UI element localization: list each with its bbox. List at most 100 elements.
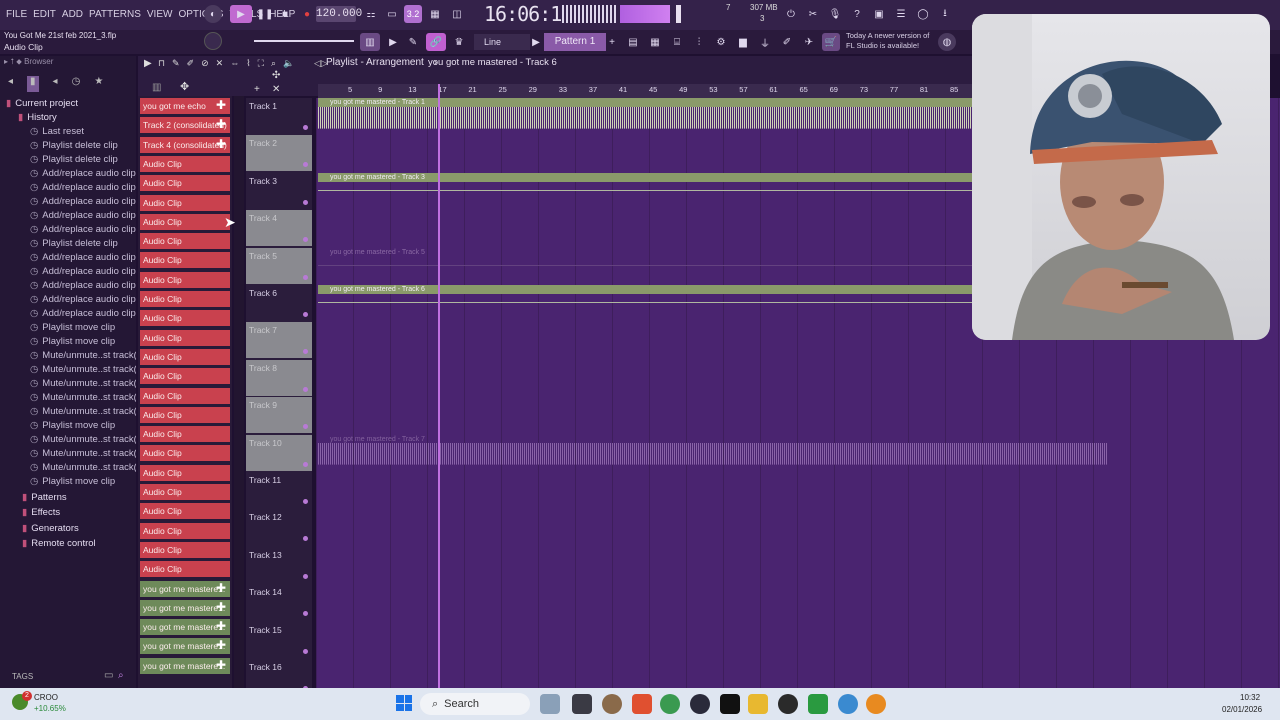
track-mute-led[interactable]: [303, 499, 308, 504]
clip-source[interactable]: Track 2 (consolidated) ✚: [140, 117, 230, 134]
brave-icon[interactable]: [632, 694, 652, 714]
track-header[interactable]: Track 12: [246, 509, 312, 545]
step-edit-icon[interactable]: 3.2: [404, 5, 422, 23]
history-item[interactable]: ◷ Playlist move clip: [0, 474, 136, 488]
plug-icon[interactable]: ⏚: [756, 33, 774, 51]
track-mute-led[interactable]: [303, 349, 308, 355]
magnet-icon[interactable]: ⊓: [158, 58, 165, 69]
link-icon[interactable]: 🔗: [426, 33, 446, 51]
brush-icon[interactable]: ✎: [404, 33, 422, 51]
clip-source[interactable]: you got me mastere... ✚: [140, 599, 230, 616]
folder-icon[interactable]: ▆: [734, 33, 752, 51]
track-header[interactable]: Track 14: [246, 584, 312, 620]
clip-source[interactable]: Audio Clip: [140, 368, 230, 385]
clip-source[interactable]: Audio Clip: [140, 445, 230, 462]
typing-keyboard-icon[interactable]: ⚏: [362, 5, 380, 23]
clip-source[interactable]: Audio Clip: [140, 310, 230, 327]
master-pitch-knob[interactable]: [204, 32, 222, 50]
move-icon[interactable]: ✥: [180, 80, 189, 93]
history-item[interactable]: ◷ Mute/unmute..st track(s): [0, 404, 136, 418]
history-item[interactable]: ◷ Mute/unmute..st track(s): [0, 432, 136, 446]
piano-roll-icon[interactable]: ⌸: [668, 33, 686, 51]
pattern-prev-icon[interactable]: ▶: [530, 33, 542, 51]
menu-patterns[interactable]: PATTERNS: [89, 9, 141, 20]
mixer-slider-icon[interactable]: ⫶: [690, 33, 708, 51]
scissors-icon[interactable]: ✂: [804, 5, 822, 23]
menu-view[interactable]: VIEW: [147, 9, 173, 20]
mute-icon[interactable]: ✕: [216, 58, 224, 69]
history-item[interactable]: ◷ Add/replace audio clip: [0, 264, 136, 278]
tree-history[interactable]: ▮ History: [0, 110, 136, 124]
clip-source[interactable]: Audio Clip: [140, 291, 230, 307]
history-item[interactable]: ◷ Mute/unmute..st track(s): [0, 446, 136, 460]
stamp-icon[interactable]: ♛: [450, 33, 468, 51]
obs-icon[interactable]: [690, 694, 710, 714]
history-item[interactable]: ◷ Mute/unmute..st track(s): [0, 348, 136, 362]
plus-icon[interactable]: ✚: [216, 619, 226, 634]
track-mute-led[interactable]: [303, 424, 308, 430]
download-icon[interactable]: ⭳: [936, 5, 954, 23]
track-mute-led[interactable]: [303, 274, 308, 280]
piano-icon[interactable]: ▥: [360, 33, 380, 51]
history-item[interactable]: ◷ Mute/unmute..st track(s): [0, 362, 136, 376]
task-view-icon[interactable]: [572, 694, 592, 714]
chat-icon[interactable]: ◯: [914, 5, 932, 23]
tree-remote-control[interactable]: ▮ Remote control: [0, 537, 136, 551]
microphone-icon[interactable]: 🎙: [826, 5, 844, 23]
excel-icon[interactable]: [808, 694, 828, 714]
history-item[interactable]: ◷ Playlist delete clip: [0, 138, 136, 152]
menu-add[interactable]: ADD: [62, 9, 83, 20]
menu-edit[interactable]: EDIT: [33, 9, 56, 20]
playlist-audio-clip[interactable]: you got me mastered - Track 3: [318, 172, 972, 209]
tree-generators[interactable]: ▮ Generators: [0, 521, 136, 535]
history-item[interactable]: ◷ Add/replace audio clip: [0, 250, 136, 264]
zoom-icon[interactable]: ⌕: [271, 58, 276, 69]
chrome-icon[interactable]: [660, 694, 680, 714]
plus-icon[interactable]: ✚: [216, 658, 226, 673]
clip-source[interactable]: Audio Clip: [140, 233, 230, 250]
history-item[interactable]: ◷ Add/replace audio clip: [0, 166, 136, 180]
track-header[interactable]: Track 15: [246, 622, 312, 658]
chrome-icon-2[interactable]: [838, 694, 858, 714]
slip-icon[interactable]: ⇔: [230, 58, 239, 69]
fl-studio-icon[interactable]: [866, 694, 886, 714]
clip-source[interactable]: Audio Clip: [140, 426, 230, 443]
app-icon-2[interactable]: [778, 694, 798, 714]
tree-effects[interactable]: ▮ Effects: [0, 506, 136, 520]
record-icon[interactable]: ●: [298, 5, 316, 23]
track-header[interactable]: Track 5: [246, 247, 312, 284]
plugin-icon[interactable]: ⚙: [712, 33, 730, 51]
next-icon[interactable]: ▶: [384, 33, 402, 51]
tiktok-icon[interactable]: [720, 694, 740, 714]
draw-icon[interactable]: ✎: [172, 58, 180, 69]
track-mute-led[interactable]: [303, 312, 308, 317]
playlist-audio-clip[interactable]: you got me mastered - Track 5: [318, 247, 972, 284]
plus-icon[interactable]: ✚: [216, 117, 226, 132]
history-item[interactable]: ◷ Add/replace audio clip: [0, 208, 136, 222]
track-header[interactable]: Track 4: [246, 210, 312, 247]
playlist-audio-clip[interactable]: you got me mastered - Track 1: [318, 98, 972, 134]
snap-select[interactable]: Line: [474, 34, 530, 50]
tempo-display[interactable]: 120.000: [316, 6, 362, 22]
stop-icon[interactable]: ■: [276, 5, 294, 23]
track-mute-led[interactable]: [303, 573, 308, 579]
pause-icon[interactable]: ❚❚: [256, 5, 274, 23]
history-item[interactable]: ◷ Add/replace audio clip: [0, 222, 136, 236]
history-item[interactable]: ◷ Playlist delete clip: [0, 236, 136, 250]
pattern-add-icon[interactable]: +: [606, 33, 618, 51]
tree-patterns[interactable]: ▮ Patterns: [0, 490, 136, 504]
playhead[interactable]: [438, 84, 441, 688]
history-item[interactable]: ◷ Playlist move clip: [0, 334, 136, 348]
select-icon[interactable]: ⛶: [258, 58, 264, 69]
clip-source[interactable]: Audio Clip: [140, 541, 230, 558]
search-icon[interactable]: ⌕: [118, 670, 124, 681]
track-header[interactable]: Track 1: [246, 98, 312, 134]
clip-list-scrollbar[interactable]: [234, 96, 244, 688]
update-notice-line1[interactable]: Today A newer version of: [846, 31, 929, 40]
clip-source[interactable]: Audio Clip: [140, 194, 230, 211]
plus-icon[interactable]: ✚: [216, 137, 226, 152]
history-item[interactable]: ◷ Last reset: [0, 124, 136, 138]
clip-source[interactable]: Audio Clip: [140, 484, 230, 500]
clip-source[interactable]: Audio Clip: [140, 406, 230, 423]
history-item[interactable]: ◷ Add/replace audio clip: [0, 278, 136, 292]
